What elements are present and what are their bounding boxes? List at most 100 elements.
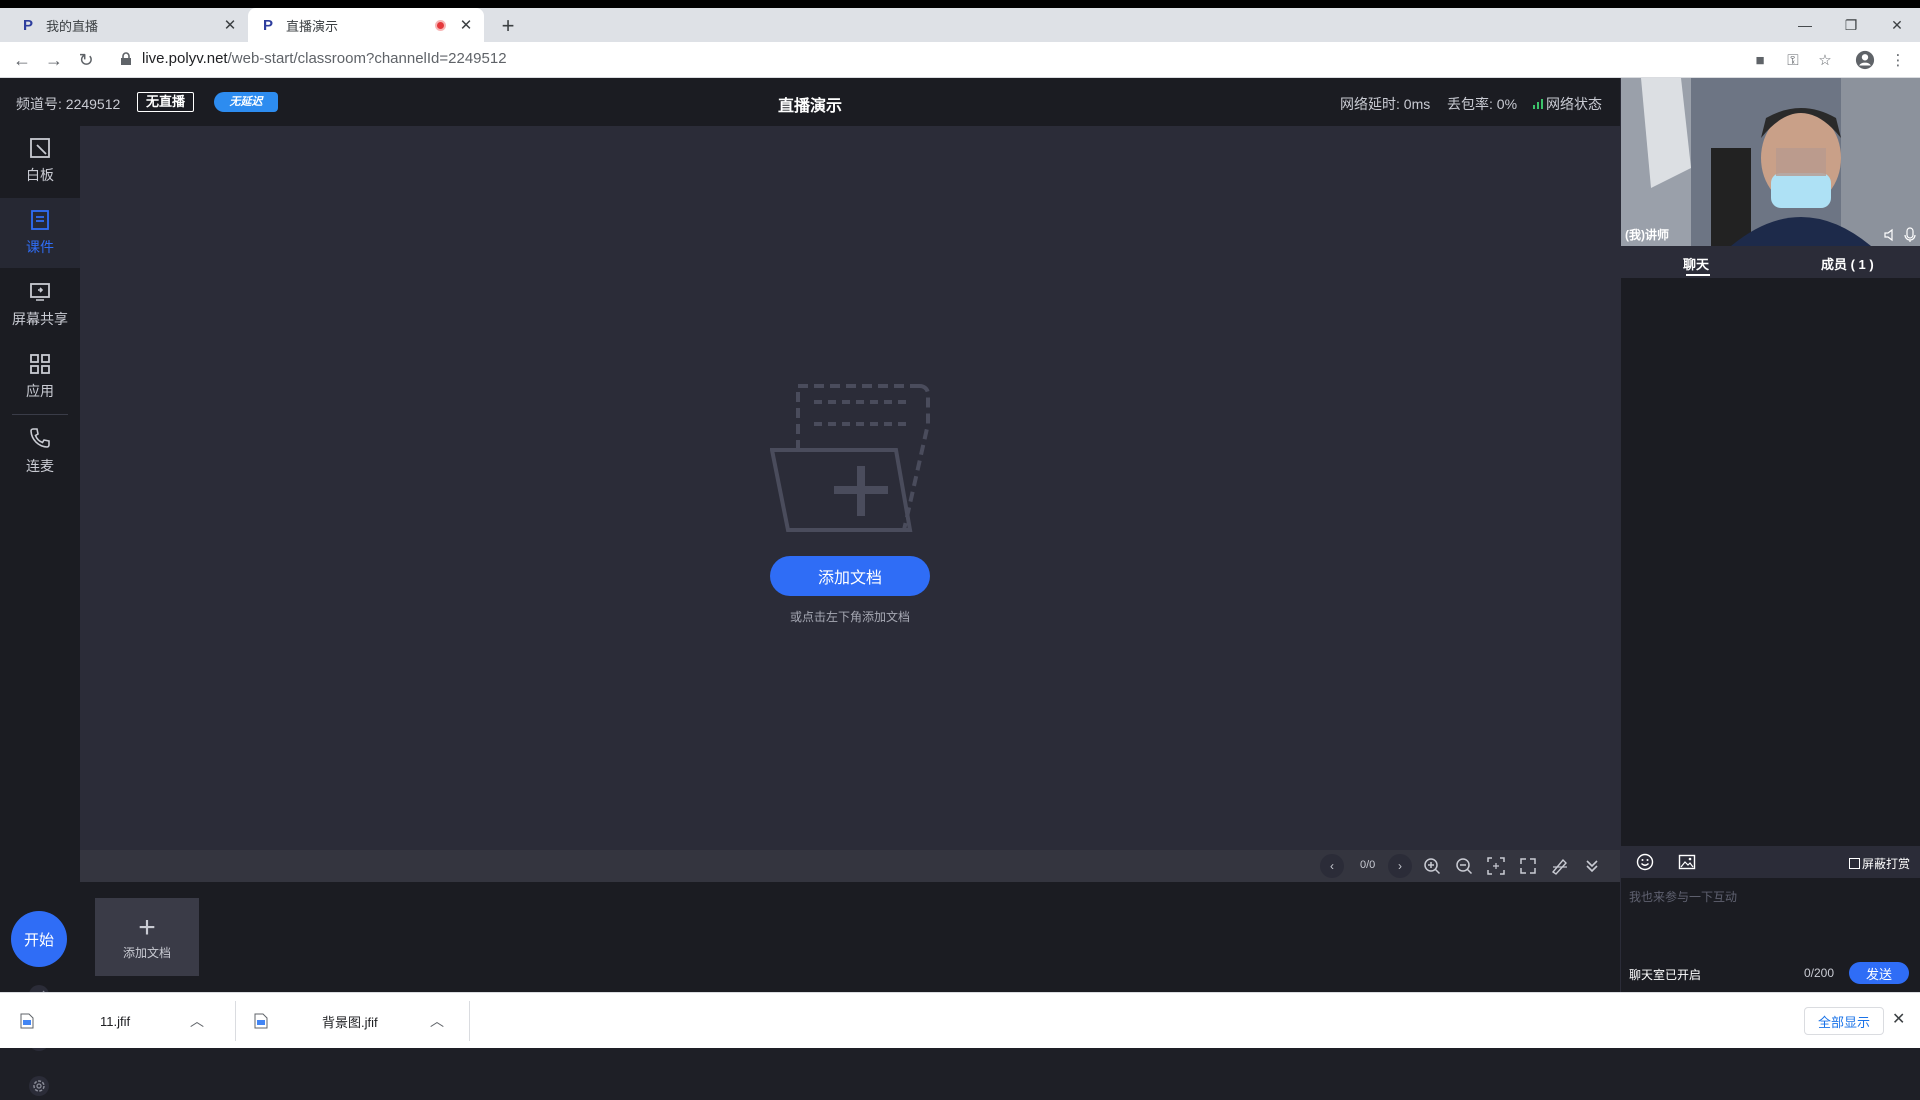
apps-grid-icon	[30, 354, 50, 374]
lock-icon	[121, 52, 131, 65]
downloads-bar: 11.jfif ︿ 背景图.jfif ︿ 全部显示 ✕	[0, 992, 1920, 1048]
sidebar-divider	[12, 414, 68, 415]
sidebar-item-whiteboard[interactable]: 白板	[0, 126, 80, 196]
packet-loss: 丢包率: 0%	[1447, 96, 1518, 112]
tab-title: 我的直播	[46, 18, 99, 34]
browser-tab-live-demo[interactable]: P 直播演示 ✕	[248, 8, 484, 42]
tab-close-icon[interactable]: ✕	[220, 15, 240, 35]
browser-tabstrip: P 我的直播 ✕ P 直播演示 ✕ + — ❐ ✕	[0, 8, 1920, 42]
plus-icon: +	[138, 910, 156, 944]
add-document-thumb-label: 添加文档	[122, 945, 171, 960]
network-latency: 网络延时: 0ms	[1340, 96, 1431, 112]
block-reward-label: 屏蔽打赏	[1862, 857, 1911, 871]
empty-document-illustration-icon	[770, 384, 930, 532]
block-reward-checkbox[interactable]: 屏蔽打赏	[1849, 855, 1910, 872]
screen-share-icon	[30, 283, 50, 301]
collapse-down-icon[interactable]	[1580, 854, 1604, 878]
browser-menu-icon[interactable]: ⋮	[1888, 50, 1908, 70]
speaker-icon[interactable]	[1883, 228, 1897, 242]
add-document-button[interactable]: 添加文档	[770, 556, 930, 596]
sidebar-item-courseware[interactable]: 课件	[0, 198, 80, 268]
file-icon	[20, 1013, 34, 1029]
start-live-button[interactable]: 开始	[11, 911, 67, 967]
downloads-close-icon[interactable]: ✕	[1892, 1009, 1905, 1029]
sidebar-item-label: 应用	[26, 383, 54, 399]
image-upload-icon[interactable]	[1678, 853, 1696, 871]
show-all-downloads-button[interactable]: 全部显示	[1804, 1007, 1884, 1035]
download-item[interactable]: 11.jfif ︿	[0, 993, 236, 1049]
url-host: live.polyv.net	[142, 50, 228, 67]
chat-tabs: 聊天 成员 ( 1 )	[1621, 246, 1920, 278]
tab-close-icon[interactable]: ✕	[456, 15, 476, 35]
network-status[interactable]: 网络状态	[1533, 94, 1602, 114]
sidebar-item-screen-share[interactable]: 屏幕共享	[0, 270, 80, 340]
chevron-up-icon[interactable]: ︿	[430, 1011, 444, 1031]
active-tab-indicator	[1686, 274, 1710, 276]
polyv-favicon-icon: P	[22, 16, 33, 34]
courseware-icon	[31, 210, 49, 230]
back-icon[interactable]: ←	[10, 48, 34, 72]
zoom-in-icon[interactable]	[1420, 854, 1444, 878]
teacher-video[interactable]: (我)讲师	[1621, 78, 1920, 246]
key-icon[interactable]: ⚿	[1783, 50, 1803, 70]
chat-room-status: 聊天室已开启	[1629, 968, 1702, 982]
video-name-label: (我)讲师	[1625, 228, 1669, 242]
whiteboard-icon	[30, 138, 50, 158]
file-icon	[254, 1013, 268, 1029]
no-latency-badge: 无延迟	[214, 92, 278, 112]
prev-page-icon[interactable]: ‹	[1320, 854, 1344, 878]
settings-gear-icon[interactable]	[25, 1072, 53, 1100]
sidebar-item-label: 连麦	[26, 458, 54, 474]
app-header: 频道号: 2249512 无直播 无延迟 直播演示 网络延时: 0ms 丢包率:…	[0, 78, 1620, 126]
chat-input-placeholder: 我也来参与一下互动	[1629, 890, 1738, 904]
left-sidebar: 白板 课件 屏幕共享 应用 连麦 开始	[0, 126, 80, 1096]
phone-icon	[30, 428, 50, 448]
document-thumbnails: + 添加文档	[80, 882, 1620, 992]
chevron-up-icon[interactable]: ︿	[190, 1011, 204, 1031]
fit-width-icon[interactable]	[1484, 854, 1508, 878]
live-status-badge: 无直播	[137, 92, 195, 112]
tab-chat[interactable]: 聊天	[1683, 254, 1709, 273]
next-page-icon[interactable]: ›	[1388, 854, 1412, 878]
new-tab-button[interactable]: +	[496, 13, 520, 38]
sidebar-item-label: 屏幕共享	[12, 311, 68, 327]
pen-toggle-icon[interactable]	[1548, 854, 1572, 878]
minimize-icon[interactable]: —	[1782, 8, 1828, 42]
channel-number: 频道号: 2249512	[16, 96, 121, 112]
add-document-thumb-button[interactable]: + 添加文档	[95, 898, 199, 976]
emoji-icon[interactable]	[1636, 853, 1654, 871]
forward-icon[interactable]: →	[42, 48, 66, 72]
camera-icon[interactable]: ■	[1750, 50, 1770, 70]
window-top-edge	[0, 0, 1920, 8]
url-text[interactable]: live.polyv.net/web-start/classroom?chann…	[142, 50, 507, 67]
window-close-icon[interactable]: ✕	[1874, 8, 1920, 42]
browser-tab-my-live[interactable]: P 我的直播 ✕	[8, 8, 248, 42]
profile-avatar-icon[interactable]	[1855, 50, 1875, 70]
sidebar-item-co-host[interactable]: 连麦	[0, 416, 80, 486]
reload-icon[interactable]: ↻	[74, 48, 98, 72]
address-bar: ← → ↻ live.polyv.net/web-start/classroom…	[0, 42, 1920, 78]
chat-toolbar: 屏蔽打赏	[1621, 846, 1920, 878]
teacher-camera-image	[1621, 78, 1920, 246]
send-button[interactable]: 发送	[1849, 962, 1909, 984]
chat-footer: 聊天室已开启 0/200 发送	[1621, 956, 1920, 992]
chat-input[interactable]: 我也来参与一下互动	[1621, 878, 1920, 956]
char-counter: 0/200	[1804, 966, 1835, 980]
sidebar-item-apps[interactable]: 应用	[0, 342, 80, 412]
tab-members[interactable]: 成员 ( 1 )	[1821, 254, 1874, 273]
download-item[interactable]: 背景图.jfif ︿	[236, 993, 470, 1049]
add-document-hint: 或点击左下角添加文档	[789, 610, 910, 624]
restore-icon[interactable]: ❐	[1828, 8, 1874, 42]
download-filename: 11.jfif	[100, 1013, 131, 1029]
document-stage: 添加文档 或点击左下角添加文档	[80, 126, 1620, 850]
page-counter: 0/0	[1360, 859, 1376, 871]
document-toolbar: ‹ 0/0 ›	[80, 850, 1620, 882]
tab-title: 直播演示	[286, 18, 339, 34]
chat-messages	[1621, 278, 1920, 846]
checkbox-box	[1849, 858, 1860, 869]
network-status-label: 网络状态	[1546, 96, 1602, 112]
zoom-out-icon[interactable]	[1452, 854, 1476, 878]
fullscreen-icon[interactable]	[1516, 854, 1540, 878]
microphone-icon[interactable]	[1903, 227, 1917, 243]
bookmark-star-icon[interactable]: ☆	[1815, 50, 1835, 70]
